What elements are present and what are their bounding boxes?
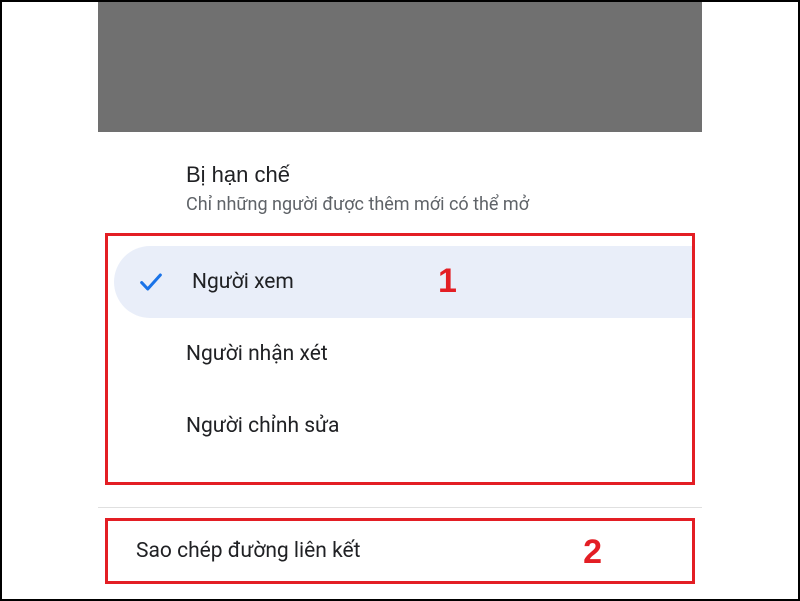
- share-panel: Bị hạn chế Chỉ những người được thêm mới…: [98, 132, 702, 584]
- annotation-1: 1: [438, 262, 457, 301]
- annotation-2: 2: [583, 533, 602, 572]
- role-option-editor[interactable]: Người chỉnh sửa: [108, 390, 692, 462]
- role-option-viewer[interactable]: Người xem: [114, 246, 692, 318]
- copy-link-highlight: Sao chép đường liên kết 2: [105, 518, 695, 584]
- copy-link-button[interactable]: Sao chép đường liên kết: [136, 539, 361, 563]
- role-options-highlight: 1 Người xem Người nhận xét Người chỉnh s…: [105, 233, 695, 485]
- role-option-label: Người nhận xét: [186, 342, 328, 366]
- role-option-label: Người chỉnh sửa: [186, 414, 339, 438]
- phone-viewport: Bị hạn chế Chỉ những người được thêm mới…: [98, 2, 702, 599]
- divider: [98, 507, 702, 508]
- role-option-commenter[interactable]: Người nhận xét: [108, 318, 692, 390]
- role-option-label: Người xem: [192, 270, 294, 294]
- frame: Bị hạn chế Chỉ những người được thêm mới…: [0, 0, 800, 601]
- restriction-header: Bị hạn chế Chỉ những người được thêm mới…: [98, 162, 702, 215]
- header-placeholder: [98, 2, 702, 132]
- check-icon: [136, 267, 166, 297]
- restriction-title: Bị hạn chế: [186, 162, 682, 188]
- restriction-subtitle: Chỉ những người được thêm mới có thể mở: [186, 194, 682, 215]
